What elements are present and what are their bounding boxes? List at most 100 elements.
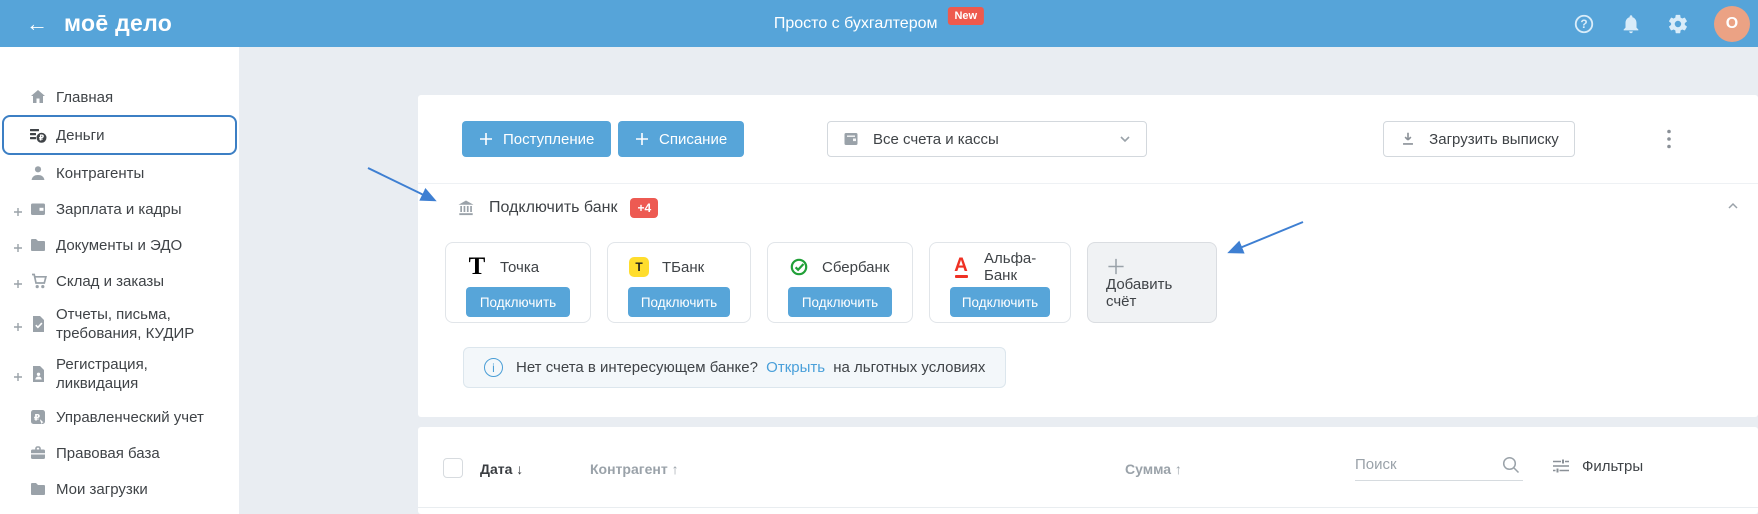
sidebar-item-payroll[interactable]: Зарплата и кадры bbox=[0, 191, 239, 227]
svg-text:₽: ₽ bbox=[34, 413, 40, 423]
download-icon bbox=[1399, 130, 1417, 148]
filters-button[interactable]: Фильтры bbox=[1551, 456, 1643, 476]
accounts-dropdown[interactable]: Все счета и кассы bbox=[827, 121, 1147, 157]
new-badge: New bbox=[947, 7, 984, 25]
sort-desc-arrow: ↓ bbox=[516, 461, 523, 477]
sidebar-item-management[interactable]: ₽ Управленческий учет bbox=[0, 399, 239, 435]
main-content: Поступление Списание Все счета и кассы З… bbox=[239, 47, 1758, 514]
bank-name: Точка bbox=[500, 259, 539, 276]
filters-label: Фильтры bbox=[1582, 458, 1643, 475]
sidebar-item-documents[interactable]: Документы и ЭДО bbox=[0, 227, 239, 263]
sidebar-item-warehouse[interactable]: Склад и заказы bbox=[0, 263, 239, 299]
bank-cards-row: T Точка Подключить Т ТБанк Подключить bbox=[445, 242, 1217, 323]
money-icon: ₽ bbox=[28, 125, 48, 145]
tbank-logo-icon: Т bbox=[628, 256, 650, 278]
sidebar-item-money[interactable]: ₽ Деньги bbox=[2, 115, 237, 155]
operations-table-panel: Дата ↓ Контрагент ↑ Сумма ↑ bbox=[418, 427, 1758, 514]
sort-asc-arrow: ↑ bbox=[1175, 461, 1182, 477]
sidebar: Главная ₽ Деньги Контрагенты Зарплата и … bbox=[0, 47, 239, 514]
divider bbox=[418, 507, 1758, 508]
column-header-date[interactable]: Дата ↓ bbox=[480, 461, 523, 477]
table-header-row: Дата ↓ Контрагент ↑ Сумма ↑ bbox=[418, 427, 1758, 507]
tochka-logo-icon: T bbox=[466, 256, 488, 278]
search-input[interactable] bbox=[1355, 451, 1523, 481]
sort-asc-arrow: ↑ bbox=[672, 461, 679, 477]
user-avatar[interactable]: O bbox=[1714, 6, 1750, 42]
sidebar-item-legal-base[interactable]: Правовая база bbox=[0, 435, 239, 471]
sberbank-logo-icon bbox=[788, 256, 810, 278]
collapse-section-chevron-up-icon[interactable] bbox=[1726, 199, 1740, 213]
wallet-icon bbox=[28, 199, 48, 219]
connect-bank-count-badge: +4 bbox=[630, 198, 658, 218]
alfabank-logo-icon: А bbox=[950, 256, 972, 278]
doc-check-icon bbox=[28, 314, 48, 334]
top-header: ← мое̄ дело Просто с бухгалтером New ? O bbox=[0, 0, 1758, 47]
person-icon bbox=[28, 163, 48, 183]
plus-icon bbox=[635, 132, 649, 146]
folder-icon bbox=[28, 235, 48, 255]
bank-name: Сбербанк bbox=[822, 259, 889, 276]
expand-plus-icon[interactable] bbox=[13, 204, 23, 214]
bank-name: ТБанк bbox=[662, 259, 704, 276]
add-account-card[interactable]: Добавить счёт bbox=[1087, 242, 1217, 323]
folder-icon bbox=[28, 479, 48, 499]
sidebar-item-contractors[interactable]: Контрагенты bbox=[0, 155, 239, 191]
doc-person-icon bbox=[28, 364, 48, 384]
bank-offer-banner: i Нет счета в интересующем банке? Открыт… bbox=[463, 347, 1006, 388]
search-icon[interactable] bbox=[1501, 455, 1521, 475]
bank-card-tbank: Т ТБанк Подключить bbox=[607, 242, 751, 323]
home-icon bbox=[28, 87, 48, 107]
upload-statement-button[interactable]: Загрузить выписку bbox=[1383, 121, 1575, 157]
connect-sberbank-button[interactable]: Подключить bbox=[788, 287, 892, 317]
sidebar-item-reports[interactable]: Отчеты, письма, требования, КУДИР bbox=[0, 299, 239, 349]
briefcase-icon bbox=[28, 443, 48, 463]
expand-plus-icon[interactable] bbox=[13, 240, 23, 250]
back-arrow-icon[interactable]: ← bbox=[26, 13, 48, 35]
filters-sliders-icon bbox=[1551, 456, 1571, 476]
bank-name: Альфа-Банк bbox=[984, 250, 1050, 284]
account-book-icon bbox=[842, 130, 860, 148]
sidebar-item-registration[interactable]: Регистрация, ликвидация bbox=[0, 349, 239, 399]
plus-icon bbox=[479, 132, 493, 146]
column-header-amount[interactable]: Сумма ↑ bbox=[1125, 461, 1182, 477]
app-window: ← мое̄ дело Просто с бухгалтером New ? O bbox=[0, 0, 1758, 514]
connect-tochka-button[interactable]: Подключить bbox=[466, 287, 570, 317]
search-field-wrap bbox=[1355, 451, 1523, 481]
app-logo[interactable]: мое̄ дело bbox=[64, 10, 172, 37]
expand-plus-icon[interactable] bbox=[13, 276, 23, 286]
chevron-down-icon bbox=[1118, 132, 1132, 146]
add-account-label: Добавить счёт bbox=[1106, 276, 1198, 310]
svg-text:?: ? bbox=[1580, 17, 1587, 31]
bank-card-sberbank: Сбербанк Подключить bbox=[767, 242, 913, 323]
expand-plus-icon[interactable] bbox=[13, 319, 23, 329]
ruble-cursor-icon: ₽ bbox=[28, 407, 48, 427]
banner-text-after: на льготных условиях bbox=[833, 359, 985, 376]
bank-card-alfabank: А Альфа-Банк Подключить bbox=[929, 242, 1071, 323]
connect-alfabank-button[interactable]: Подключить bbox=[950, 287, 1050, 317]
sidebar-item-my-uploads[interactable]: Мои загрузки bbox=[0, 471, 239, 507]
cart-icon bbox=[28, 271, 48, 291]
income-button[interactable]: Поступление bbox=[462, 121, 611, 157]
more-options-kebab-icon[interactable] bbox=[1656, 126, 1682, 152]
banner-text-before: Нет счета в интересующем банке? bbox=[516, 359, 758, 376]
help-icon[interactable]: ? bbox=[1573, 13, 1595, 35]
bank-card-tochka: T Точка Подключить bbox=[445, 242, 591, 323]
promo-text: Просто с бухгалтером bbox=[774, 15, 938, 33]
connect-tbank-button[interactable]: Подключить bbox=[628, 287, 730, 317]
divider bbox=[418, 183, 1758, 184]
connect-bank-title: Подключить банк bbox=[489, 199, 617, 217]
select-all-checkbox[interactable] bbox=[443, 458, 463, 478]
sidebar-item-home[interactable]: Главная bbox=[0, 79, 239, 115]
info-icon: i bbox=[484, 358, 503, 377]
column-header-contractor[interactable]: Контрагент ↑ bbox=[590, 461, 679, 477]
connect-bank-header: Подключить банк +4 bbox=[456, 195, 658, 221]
open-account-link[interactable]: Открыть bbox=[766, 359, 825, 376]
expense-button[interactable]: Списание bbox=[618, 121, 744, 157]
plus-icon bbox=[1106, 257, 1126, 276]
svg-text:₽: ₽ bbox=[39, 134, 44, 143]
money-panel: Поступление Списание Все счета и кассы З… bbox=[418, 95, 1758, 417]
notifications-bell-icon[interactable] bbox=[1620, 13, 1642, 35]
expand-plus-icon[interactable] bbox=[13, 369, 23, 379]
settings-gear-icon[interactable] bbox=[1667, 13, 1689, 35]
bank-building-icon bbox=[456, 198, 476, 218]
